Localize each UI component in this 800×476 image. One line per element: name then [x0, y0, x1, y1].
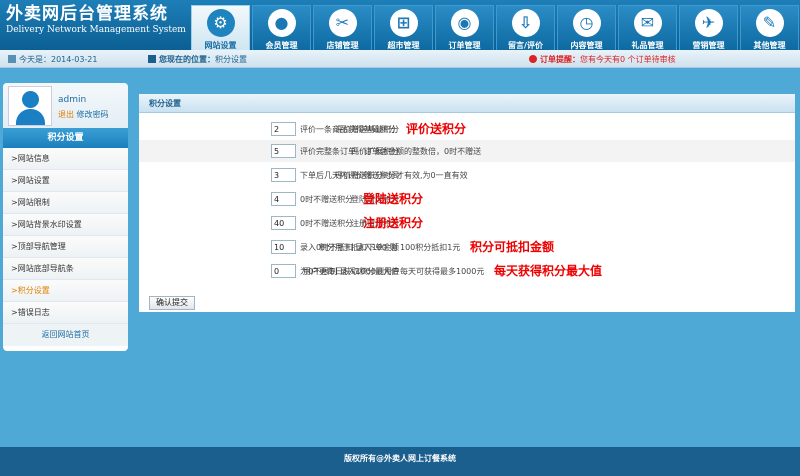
nav-item[interactable]: ✈ 营销管理 [679, 5, 738, 50]
annotation-note: 每天获得积分最大值 [494, 264, 603, 278]
sidebar: admin 退出 修改密码 积分设置 >网站信息 >网站设置 >网站限制 >网站背景水… [3, 83, 128, 351]
download-icon: ⇩ [511, 9, 540, 37]
user-box: admin 退出 修改密码 [3, 83, 128, 128]
nav-item[interactable]: ✎ 其他管理 [740, 5, 799, 50]
settings-row: 评价赠送基础积分评价一条商品获得基础积分评价送积分 [139, 118, 795, 140]
change-password-link[interactable]: 修改密码 [77, 110, 109, 119]
nav-item[interactable]: ✉ 礼品管理 [618, 5, 677, 50]
nav-item[interactable]: ⊞ 超市管理 [374, 5, 433, 50]
setting-input[interactable] [271, 122, 296, 136]
sidebar-item[interactable]: >错误日志 [3, 302, 128, 324]
annotation-note: 评价送积分 [406, 122, 467, 136]
settings-row: 用户更每日获取积分最大值为0不限制 录入1000则用户每天可获得最多1000元每… [139, 260, 795, 282]
nav-item[interactable]: ◷ 内容管理 [557, 5, 616, 50]
nav-item[interactable]: ● 会员管理 [252, 5, 311, 50]
user-links: 退出 修改密码 [58, 109, 109, 120]
settings-row: 登陆赠送积分0时不赠送积分登陆送积分 [139, 188, 795, 210]
mail-icon: ✉ [633, 9, 662, 37]
clock-icon: ◷ [572, 9, 601, 37]
cart-icon: ⊞ [389, 9, 418, 37]
breadcrumb-current: 积分设置 [215, 55, 247, 64]
setting-input[interactable] [271, 192, 296, 206]
setting-input[interactable] [271, 216, 296, 230]
setting-description: 0时不赠送积分 [300, 219, 354, 228]
panel-title: 积分设置 [139, 94, 795, 113]
points-settings-panel: 积分设置 评价赠送基础积分评价一条商品获得基础积分评价送积分评价扩展积分评价完整… [139, 94, 795, 312]
logo-title-en: Delivery Network Management System [6, 25, 186, 35]
annotation-note: 注册送积分 [363, 216, 424, 230]
breadcrumb-label: 您现在的位置： [159, 55, 215, 64]
sidebar-item[interactable]: >网站设置 [3, 170, 128, 192]
setting-input[interactable] [271, 144, 296, 158]
info-bar: 今天是：2014-03-21 您现在的位置：积分设置 订单提醒：您有今天有0 个… [0, 50, 800, 68]
settings-row: 注册赠送积分0时不赠送积分注册送积分 [139, 212, 795, 234]
logo: 外卖网后台管理系统 Delivery Network Management Sy… [6, 4, 186, 36]
setting-description: 评价完整条订单，订单总金额的整数倍，0时不赠送 [300, 147, 482, 156]
setting-description: 录入0时不抵扣 录入100 则 100积分抵扣1元 [300, 243, 461, 252]
submit-button[interactable]: 确认提交 [149, 296, 195, 310]
sidebar-item[interactable]: >网站信息 [3, 148, 128, 170]
annotation-note: 登陆送积分 [363, 192, 424, 206]
sidebar-item[interactable]: >网站底部导航条 [3, 258, 128, 280]
plane-icon: ✈ [694, 9, 723, 37]
setting-description: 为0不限制 录入1000则用户每天可获得最多1000元 [300, 267, 485, 276]
bell-icon [529, 55, 537, 63]
settings-row: 评价赠送积分时间下单后几天内评价赠送积分才有效,为0一直有效 [139, 164, 795, 186]
sidebar-item[interactable]: >网站背景水印设置 [3, 214, 128, 236]
gear-icon: ⚙ [206, 9, 235, 37]
breadcrumb: 您现在的位置：积分设置 [148, 54, 247, 65]
calendar-icon [8, 55, 16, 63]
sidebar-title: 积分设置 [3, 128, 128, 148]
setting-input[interactable] [271, 240, 296, 254]
footer: 版权所有@外卖人网上订餐系统 [0, 447, 800, 476]
avatar [8, 86, 52, 126]
logout-link[interactable]: 退出 [58, 110, 74, 119]
setting-description: 评价一条商品获得基础积分 [300, 125, 396, 134]
nav-item[interactable]: ◉ 订单管理 [435, 5, 494, 50]
copyright-text: 版权所有@外卖人网上订餐系统 [344, 454, 456, 463]
annotation-note: 积分可抵扣金额 [470, 240, 555, 254]
nav-item[interactable]: ⇩ 留言/评价 [496, 5, 555, 50]
back-home-link[interactable]: 返回网站首页 [3, 324, 128, 346]
setting-description: 0时不赠送积分 [300, 195, 354, 204]
location-icon [148, 55, 156, 63]
sidebar-menu: >网站信息 >网站设置 >网站限制 >网站背景水印设置 >顶部导航管理 >网站底部导航条 >… [3, 148, 128, 324]
wrench-icon: ✎ [755, 9, 784, 37]
film-icon: ◉ [450, 9, 479, 37]
user-icon: ● [267, 9, 296, 37]
username: admin [58, 95, 87, 105]
sidebar-item[interactable]: >顶部导航管理 [3, 236, 128, 258]
main-nav: ⚙ 网站设置 ● 会员管理 ✂ 店铺管理 ⊞ 超市管理 ◉ 订单管理 ⇩ 留言/评价 ◷ 内容管理 ✉ 礼品管… [191, 5, 800, 50]
sidebar-item[interactable]: >网站限制 [3, 192, 128, 214]
setting-input[interactable] [271, 264, 296, 278]
settings-row: 积分用于抵扣下单金额录入0时不抵扣 录入100 则 100积分抵扣1元积分可抵扣… [139, 236, 795, 258]
settings-row: 评价扩展积分评价完整条订单，订单总金额的整数倍，0时不赠送 [139, 140, 795, 162]
today-date: 今天是：2014-03-21 [8, 54, 98, 65]
top-header: 外卖网后台管理系统 Delivery Network Management Sy… [0, 0, 800, 50]
nav-item[interactable]: ✂ 店铺管理 [313, 5, 372, 50]
nav-item[interactable]: ⚙ 网站设置 [191, 5, 250, 50]
sidebar-item[interactable]: >积分设置 [3, 280, 128, 302]
setting-description: 下单后几天内评价赠送积分才有效,为0一直有效 [300, 171, 468, 180]
setting-input[interactable] [271, 168, 296, 182]
order-reminder[interactable]: 订单提醒：您有今天有0 个订单待审核 [529, 54, 676, 65]
tools-icon: ✂ [328, 9, 357, 37]
logo-title-cn: 外卖网后台管理系统 [6, 4, 168, 24]
